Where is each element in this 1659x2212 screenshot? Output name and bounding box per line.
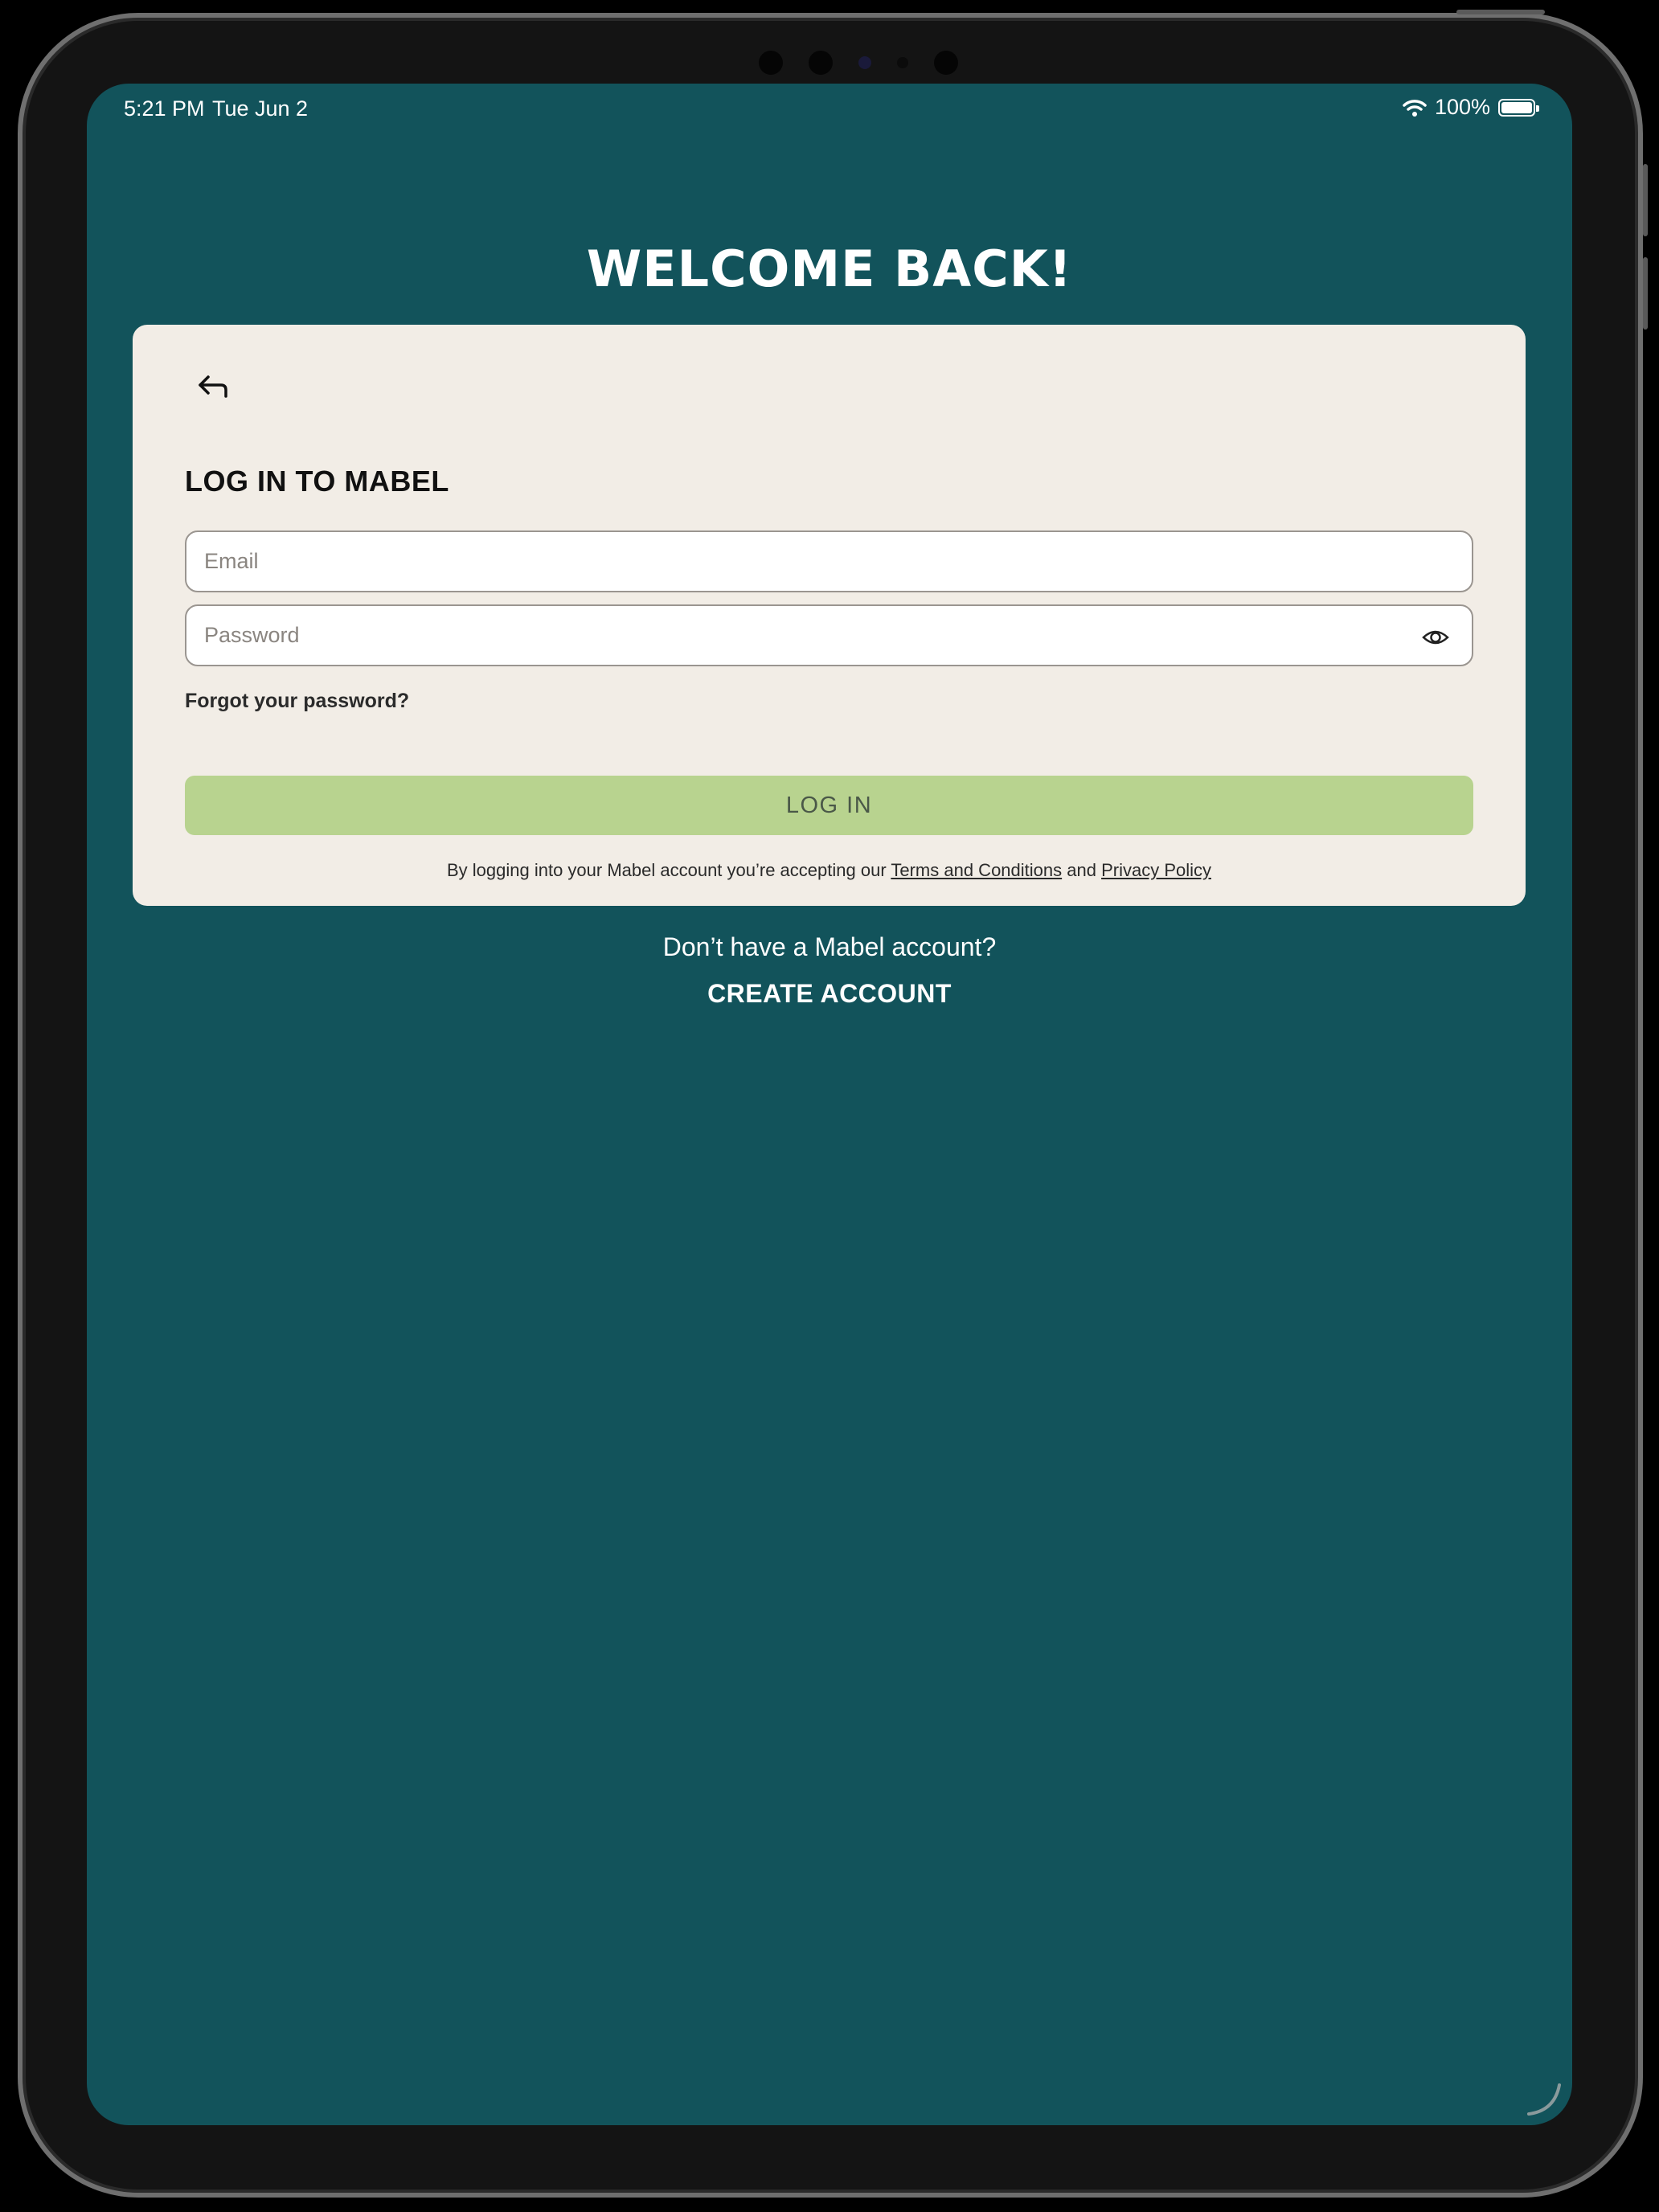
status-time: 5:21 PM: [124, 96, 205, 121]
sensor-dot: [897, 57, 908, 68]
battery-icon: [1498, 98, 1539, 117]
terms-link[interactable]: Terms and Conditions: [891, 860, 1062, 880]
battery-cap: [1536, 104, 1539, 112]
email-field-container: [185, 530, 1473, 592]
login-card: LOG IN TO MABEL Forgot your password? LO…: [133, 325, 1526, 906]
signup-prompt: Don’t have a Mabel account?: [662, 932, 997, 961]
forgot-password-link[interactable]: Forgot your password?: [185, 690, 409, 713]
back-button[interactable]: [187, 360, 239, 412]
status-date: Tue Jun 2: [212, 96, 309, 121]
volume-button: [1643, 164, 1648, 236]
front-camera-icon: [858, 56, 871, 69]
sensor-dot: [809, 51, 833, 75]
app-screen: 5:21 PM Tue Jun 2 100% WELCOME BACK! LOG…: [87, 84, 1572, 2125]
status-indicators: 100%: [1403, 95, 1539, 120]
password-field-container: [185, 604, 1473, 666]
legal-middle: and: [1062, 860, 1102, 880]
sensor-dot: [759, 51, 783, 75]
camera-sensor-bar: [730, 47, 987, 79]
privacy-link[interactable]: Privacy Policy: [1101, 860, 1211, 880]
page-title: WELCOME BACK!: [586, 240, 1073, 298]
battery-fill: [1501, 101, 1532, 113]
return-arrow-icon: [199, 375, 227, 398]
login-button[interactable]: LOG IN: [185, 776, 1473, 835]
eye-icon[interactable]: [1422, 624, 1449, 651]
legal-prefix: By logging into your Mabel account you’r…: [446, 860, 891, 880]
top-button: [1456, 10, 1545, 14]
password-field[interactable]: [204, 606, 1378, 665]
volume-button: [1643, 257, 1648, 330]
create-account-button[interactable]: CREATE ACCOUNT: [87, 979, 1572, 1009]
status-bar: 5:21 PM Tue Jun 2 100%: [87, 84, 1572, 135]
legal-notice: By logging into your Mabel account you’r…: [133, 860, 1526, 881]
corner-gesture-icon: [1527, 2083, 1561, 2116]
sensor-dot: [934, 51, 958, 75]
battery-percent: 100%: [1434, 95, 1490, 119]
wifi-icon: [1403, 99, 1427, 117]
login-title: LOG IN TO MABEL: [185, 465, 449, 498]
email-field[interactable]: [204, 532, 1378, 591]
